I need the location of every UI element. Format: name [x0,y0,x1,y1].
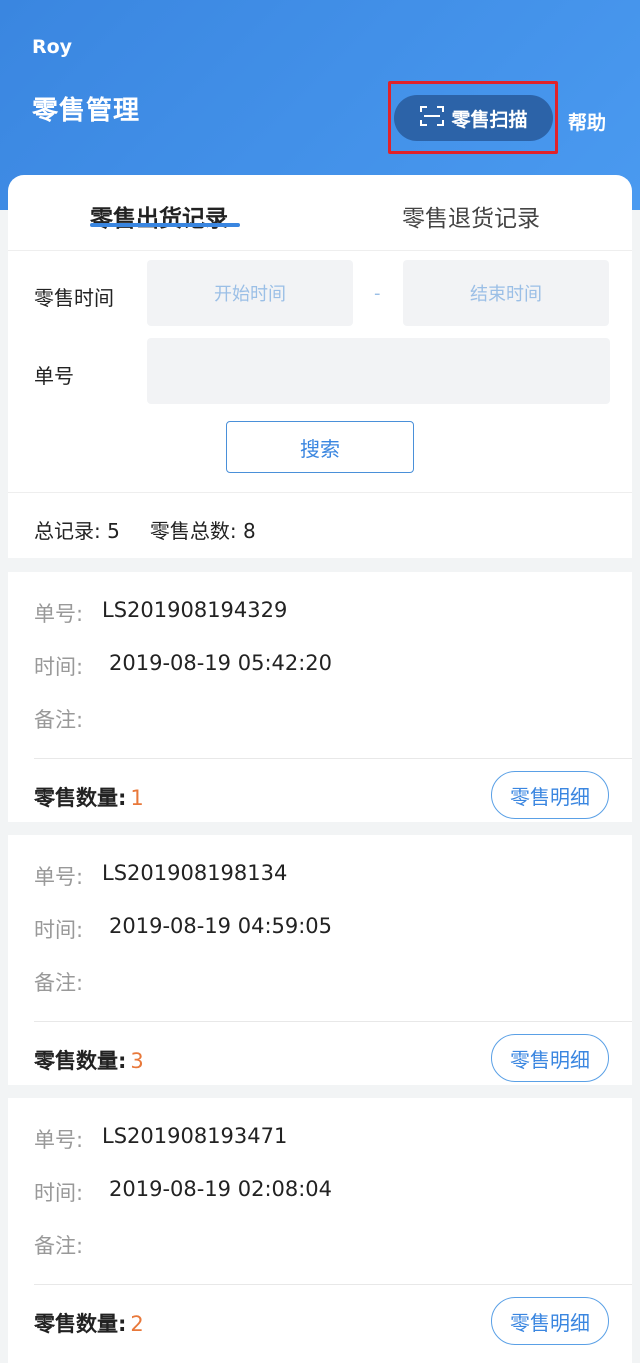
total-value: 5 [107,519,120,543]
tab-active-indicator [90,223,240,227]
retail-detail-button[interactable]: 零售明细 [491,771,609,819]
record-card: 单号: LS201908194329 时间: 2019-08-19 05:42:20… [8,572,632,822]
user-name: Roy [32,36,73,58]
time-label: 时间: [34,918,84,942]
time-label: 时间: [34,1181,84,1205]
note-label: 备注: [34,1234,84,1258]
divider [8,492,632,493]
total-label: 总记录: [34,519,101,543]
order-number: LS201908193471 [102,1124,288,1148]
qty-value: 2 [130,1312,144,1336]
tab-bar: 零售出货记录 零售退货记录 [8,175,632,251]
page-title: 零售管理 [32,96,141,126]
order-label: 单号 [34,364,74,388]
order-input[interactable] [147,338,610,404]
date-label: 零售时间 [34,286,114,310]
order-label: 单号: [34,602,84,626]
retail-scan-button[interactable]: 零售扫描 [394,95,553,141]
scan-icon [419,104,445,133]
qty-label: 零售数量: [34,1312,127,1336]
scan-highlight: 零售扫描 [388,81,558,154]
divider [34,1284,632,1285]
retail-detail-button[interactable]: 零售明细 [491,1297,609,1345]
record-time: 2019-08-19 05:42:20 [109,651,333,675]
scan-label: 零售扫描 [451,108,528,131]
main-card: 零售出货记录 零售退货记录 零售时间 开始时间 - 结束时间 单号 搜索 总记录… [8,175,632,558]
record-card: 单号: LS201908193471 时间: 2019-08-19 02:08:04… [8,1098,632,1363]
order-number: LS201908198134 [102,861,288,885]
retail-detail-button[interactable]: 零售明细 [491,1034,609,1082]
qty-value: 1 [130,786,144,810]
note-label: 备注: [34,971,84,995]
date-separator: - [374,283,381,304]
order-number: LS201908194329 [102,598,288,622]
tab-retail-return[interactable]: 零售退货记录 [402,199,540,233]
record-time: 2019-08-19 02:08:04 [109,1177,333,1201]
sales-total-value: 8 [242,519,256,543]
search-button[interactable]: 搜索 [226,421,414,473]
qty-value: 3 [130,1049,144,1073]
help-link[interactable]: 帮助 [568,108,606,135]
divider [34,1021,632,1022]
summary: 总记录: 5 零售总数: 8 [34,515,256,544]
time-label: 时间: [34,655,84,679]
record-time: 2019-08-19 04:59:05 [109,914,333,938]
divider [34,758,632,759]
qty-label: 零售数量: [34,1049,127,1073]
start-date-input[interactable]: 开始时间 [147,260,353,326]
order-label: 单号: [34,1128,84,1152]
order-label: 单号: [34,865,84,889]
end-date-input[interactable]: 结束时间 [403,260,609,326]
sales-total-label: 零售总数: [149,519,237,543]
qty-label: 零售数量: [34,786,127,810]
note-label: 备注: [34,708,84,732]
tab-retail-out[interactable]: 零售出货记录 [90,199,228,233]
record-card: 单号: LS201908198134 时间: 2019-08-19 04:59:05… [8,835,632,1085]
